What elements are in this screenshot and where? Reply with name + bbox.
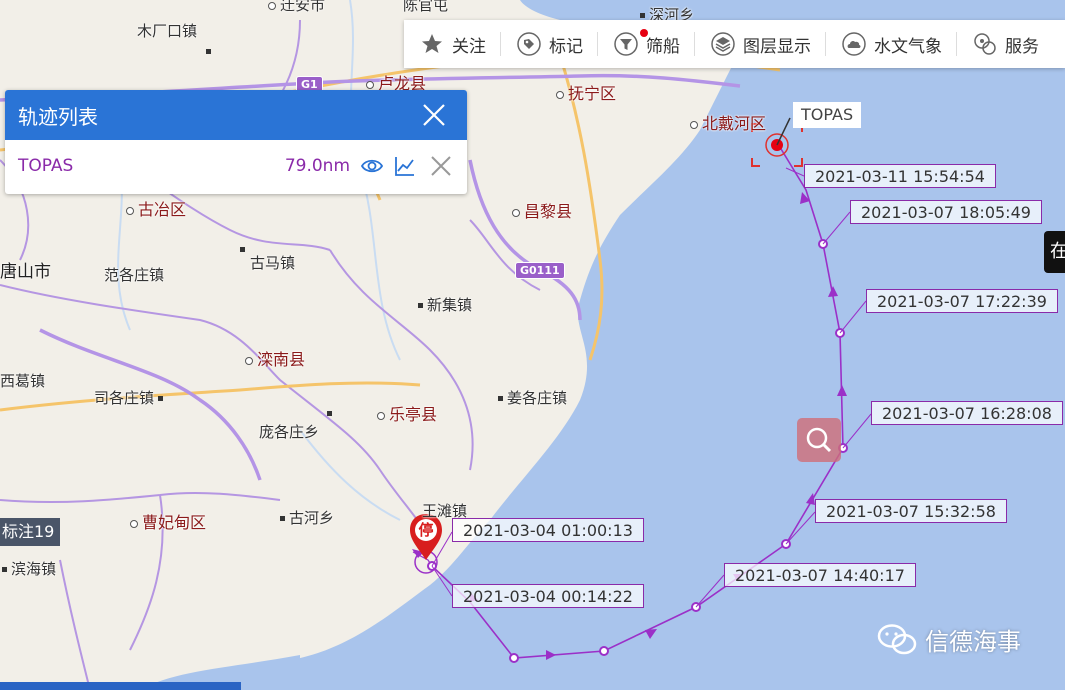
search-icon [806,427,832,453]
wechat-icon [877,623,917,654]
filter-icon [614,32,638,56]
weather-label: 水文气象 [874,36,942,57]
place-label: 木厂口镇 [137,22,198,40]
mark-button[interactable]: 标记 [501,20,597,68]
map-search-button[interactable] [797,418,841,462]
side-tooltip[interactable]: 在 [1044,231,1065,273]
track-point [599,646,609,656]
place-label: 抚宁区 [556,80,616,104]
track-timestamp-label: 2021-03-07 17:22:39 [866,289,1058,313]
track-distance: 79.0nm [284,156,350,176]
place-label [240,240,249,258]
bottom-bar [0,682,241,690]
remove-icon[interactable] [429,154,453,178]
follow-button[interactable]: 关注 [404,20,500,68]
ship-name-tag[interactable]: TOPAS [793,102,862,128]
track-timestamp-label: 2021-03-07 14:40:17 [724,563,916,587]
layers-button[interactable]: 图层显示 [695,20,825,68]
filter-ships-button[interactable]: 筛船 [598,20,694,68]
track-ship-name[interactable]: TOPAS [18,156,73,176]
star-icon [420,32,444,56]
place-label: 范各庄镇 [104,266,165,284]
map-toolbar: 关注 标记 筛船 图层显示 水文气象 服务 [404,20,1065,68]
place-label: 古马镇 [250,254,296,272]
layers-icon [711,32,735,56]
weather-button[interactable]: 水文气象 [826,20,956,68]
layers-label: 图层显示 [743,36,811,57]
track-timestamp-label: 2021-03-04 00:14:22 [452,584,644,608]
place-label: 陈官屯 [403,0,449,14]
place-label: 古河乡 [280,507,334,528]
tag-icon [517,32,541,56]
notification-dot [640,29,648,37]
place-label: 北戴河区 [690,110,766,134]
place-label: 乐亭县 [377,401,437,425]
place-label: 滨海镇 [2,558,56,579]
place-label [327,404,336,422]
track-panel-title: 轨迹列表 [18,104,98,129]
place-label: 新集镇 [418,294,472,315]
place-label: 滦南县 [245,346,305,370]
chart-line-icon[interactable] [393,154,417,178]
service-icon [973,32,997,56]
place-label [206,42,215,60]
eye-icon[interactable] [360,154,384,178]
place-label: 庞各庄乡 [259,423,320,441]
watermark-text: 信德海事 [925,628,1021,656]
filter-ships-label: 筛船 [646,36,680,57]
service-label: 服务 [1005,36,1039,57]
mark-label: 标记 [549,36,583,57]
track-timestamp-label: 2021-03-07 18:05:49 [850,200,1042,224]
weather-icon [842,32,866,56]
road-badge: G0111 [515,262,565,279]
watermark: 信德海事 [877,622,1021,657]
track-point [509,653,519,663]
follow-label: 关注 [452,36,486,57]
place-label: 西葛镇 [0,372,46,390]
track-panel-header: 轨迹列表 [5,90,467,140]
track-timestamp-label: 2021-03-07 15:32:58 [815,499,1007,523]
place-label: 司各庄镇 [94,387,167,408]
place-label: 姜各庄镇 [498,387,567,408]
track-list-panel: 轨迹列表 TOPAS 79.0nm [5,90,467,194]
track-list-row[interactable]: TOPAS 79.0nm [5,140,467,192]
marker-count-badge[interactable]: 标注19 [0,518,61,546]
place-label: 迁安市 [268,0,325,15]
place-label: 曹妃甸区 [130,509,206,533]
place-label: 唐山市 [0,262,51,282]
place-label: 古冶区 [126,196,186,220]
track-timestamp-label: 2021-03-11 15:54:54 [804,164,996,188]
service-button[interactable]: 服务 [957,20,1053,68]
track-timestamp-label: 2021-03-07 16:28:08 [871,401,1063,425]
stop-marker-label[interactable]: 停 [418,519,434,540]
place-label: 昌黎县 [512,198,572,222]
track-timestamp-label: 2021-03-04 01:00:13 [452,518,644,542]
close-icon[interactable] [421,102,447,128]
